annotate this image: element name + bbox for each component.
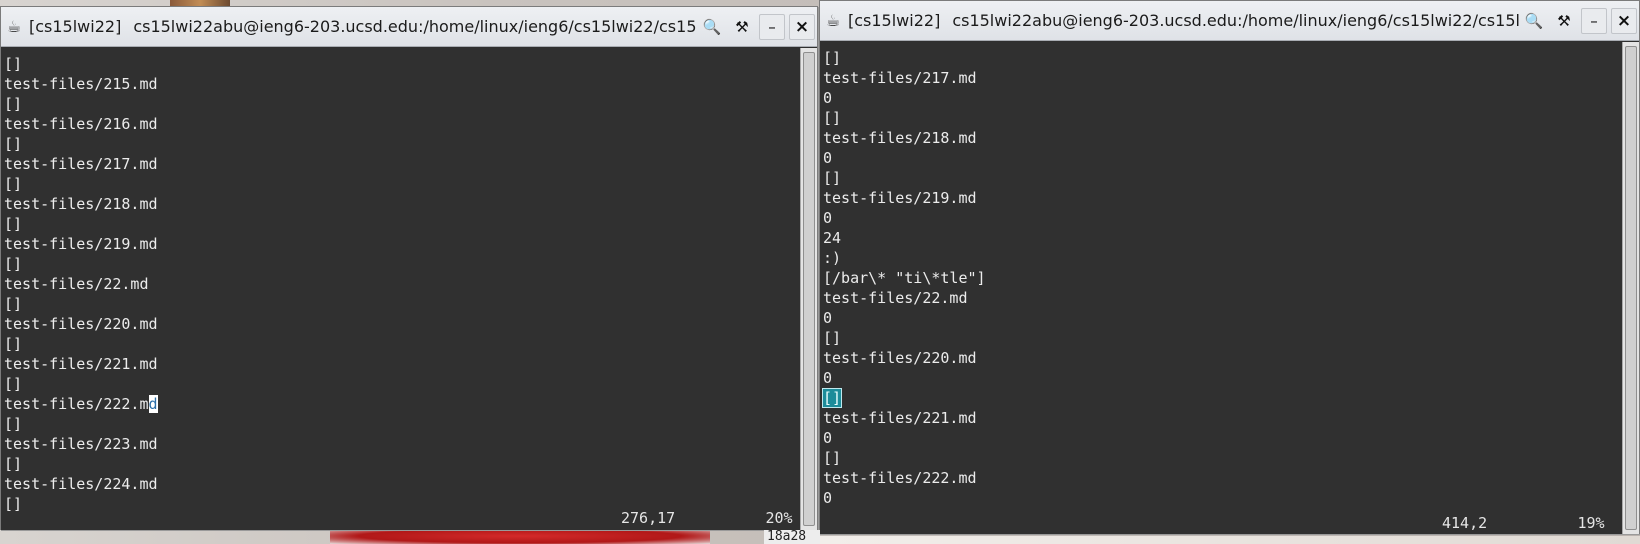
output-line: test-files/215.md bbox=[4, 75, 158, 93]
wallpaper-red-shape bbox=[330, 528, 710, 544]
terminal-window-right[interactable]: ☕ [cs15lwi22] cs15lwi22abu@ieng6-203.ucsd… bbox=[819, 0, 1640, 534]
output-line: [] bbox=[4, 55, 23, 73]
title-path: cs15lwi22abu@ieng6-203.ucsd.edu:/home/li… bbox=[133, 17, 697, 36]
output-line: :) bbox=[823, 249, 842, 267]
output-line: 0 bbox=[823, 489, 833, 507]
close-button[interactable]: × bbox=[789, 13, 815, 40]
tool-icon[interactable]: ⚒ bbox=[729, 14, 755, 40]
output-line: 0 bbox=[823, 309, 833, 327]
title-tag: [cs15lwi22] bbox=[848, 11, 941, 30]
cursor-line-text: test-files/222.m bbox=[4, 395, 149, 413]
window-title: [cs15lwi22] cs15lwi22abu@ieng6-203.ucsd.e… bbox=[846, 11, 1519, 30]
output-line: 0 bbox=[823, 369, 833, 387]
output-line: test-files/220.md bbox=[4, 315, 158, 333]
output-line: [] bbox=[4, 175, 23, 193]
close-icon: × bbox=[1616, 10, 1632, 31]
terminal-window-left[interactable]: ☕ [cs15lwi22] cs15lwi22abu@ieng6-203.ucsd… bbox=[0, 6, 818, 530]
highlighted-match: [] bbox=[821, 388, 843, 408]
output-line: [] bbox=[4, 295, 23, 313]
title-path: cs15lwi22abu@ieng6-203.ucsd.edu:/home/li… bbox=[952, 11, 1519, 30]
status-line: 276,17 20% bbox=[621, 509, 793, 527]
output-line: [] bbox=[4, 215, 23, 233]
output-line: [] bbox=[821, 388, 986, 408]
output-line: test-files/216.md bbox=[4, 115, 158, 133]
terminal-app-icon[interactable]: ☕ bbox=[1, 7, 27, 47]
output-line: 0 bbox=[823, 89, 833, 107]
output-line: test-files/223.md bbox=[4, 435, 158, 453]
scrollbar-thumb[interactable] bbox=[803, 52, 815, 526]
output-line: test-files/222.md bbox=[823, 469, 977, 487]
output-line: [] bbox=[4, 135, 23, 153]
vertical-scrollbar[interactable] bbox=[1622, 42, 1639, 534]
output-line: 24 bbox=[823, 229, 842, 247]
close-button[interactable]: × bbox=[1611, 7, 1637, 34]
scroll-percent: 19% bbox=[1577, 514, 1605, 532]
output-line: 0 bbox=[823, 149, 833, 167]
output-line: test-files/219.md bbox=[823, 189, 977, 207]
output-line: test-files/218.md bbox=[823, 129, 977, 147]
output-line: test-files/217.md bbox=[823, 69, 977, 87]
taskbar-label: 18a28 bbox=[764, 530, 820, 544]
output-lines: [] test-files/217.md 0[] test-files/218.md 0… bbox=[821, 48, 986, 508]
output-line: [] bbox=[4, 95, 23, 113]
output-line: [/bar\* "ti\*tle"] bbox=[823, 269, 986, 287]
minimize-button[interactable]: – bbox=[1581, 7, 1607, 34]
binoculars-icon[interactable]: 🔍 bbox=[699, 14, 725, 40]
minimize-icon: – bbox=[1590, 11, 1598, 30]
output-line: test-files/218.md bbox=[4, 195, 158, 213]
output-line: [] bbox=[823, 109, 842, 127]
binoculars-icon[interactable]: 🔍 bbox=[1521, 8, 1547, 34]
output-line: [] bbox=[823, 49, 842, 67]
output-line: [] bbox=[4, 455, 23, 473]
title-bar[interactable]: ☕ [cs15lwi22] cs15lwi22abu@ieng6-203.ucsd… bbox=[820, 1, 1639, 41]
terminal-output[interactable]: [] test-files/217.md 0[] test-files/218.md 0… bbox=[820, 42, 1623, 534]
output-line: test-files/22.md bbox=[4, 275, 149, 293]
output-line: [] bbox=[823, 169, 842, 187]
wallpaper-strip bbox=[820, 536, 1640, 544]
cursor-position: 414,2 bbox=[1442, 514, 1488, 532]
text-cursor: d bbox=[148, 395, 158, 413]
output-line: [] bbox=[4, 335, 23, 353]
tool-icon[interactable]: ⚒ bbox=[1551, 8, 1577, 34]
output-line: [] bbox=[4, 255, 23, 273]
output-lines: [] test-files/215.md [] test-files/216.md []… bbox=[4, 54, 158, 514]
title-tag: [cs15lwi22] bbox=[29, 17, 122, 36]
window-title: [cs15lwi22] cs15lwi22abu@ieng6-203.ucsd.e… bbox=[27, 17, 697, 36]
output-line: [] bbox=[823, 449, 842, 467]
output-line: [] bbox=[4, 495, 23, 513]
scroll-percent: 20% bbox=[765, 509, 793, 527]
output-line: test-files/217.md bbox=[4, 155, 158, 173]
output-line: test-files/22.md bbox=[823, 289, 968, 307]
vertical-scrollbar[interactable] bbox=[800, 48, 817, 530]
minimize-icon: – bbox=[768, 17, 776, 36]
output-line: test-files/224.md bbox=[4, 475, 158, 493]
close-icon: × bbox=[794, 16, 810, 37]
minimize-button[interactable]: – bbox=[759, 13, 785, 40]
output-line: test-files/222.md bbox=[4, 394, 158, 414]
output-line: [] bbox=[823, 329, 842, 347]
cursor-position: 276,17 bbox=[621, 509, 676, 527]
status-line: 414,2 19% bbox=[1442, 514, 1605, 532]
output-line: 0 bbox=[823, 429, 833, 447]
terminal-output[interactable]: [] test-files/215.md [] test-files/216.md []… bbox=[1, 48, 801, 530]
output-line: [] bbox=[4, 415, 23, 433]
output-line: [] bbox=[4, 375, 23, 393]
scrollbar-thumb[interactable] bbox=[1625, 46, 1637, 530]
output-line: 0 bbox=[823, 209, 833, 227]
output-line: test-files/219.md bbox=[4, 235, 158, 253]
terminal-app-icon[interactable]: ☕ bbox=[820, 1, 846, 41]
output-line: test-files/220.md bbox=[823, 349, 977, 367]
title-bar[interactable]: ☕ [cs15lwi22] cs15lwi22abu@ieng6-203.ucsd… bbox=[1, 7, 817, 47]
output-line: test-files/221.md bbox=[823, 409, 977, 427]
output-line: test-files/221.md bbox=[4, 355, 158, 373]
